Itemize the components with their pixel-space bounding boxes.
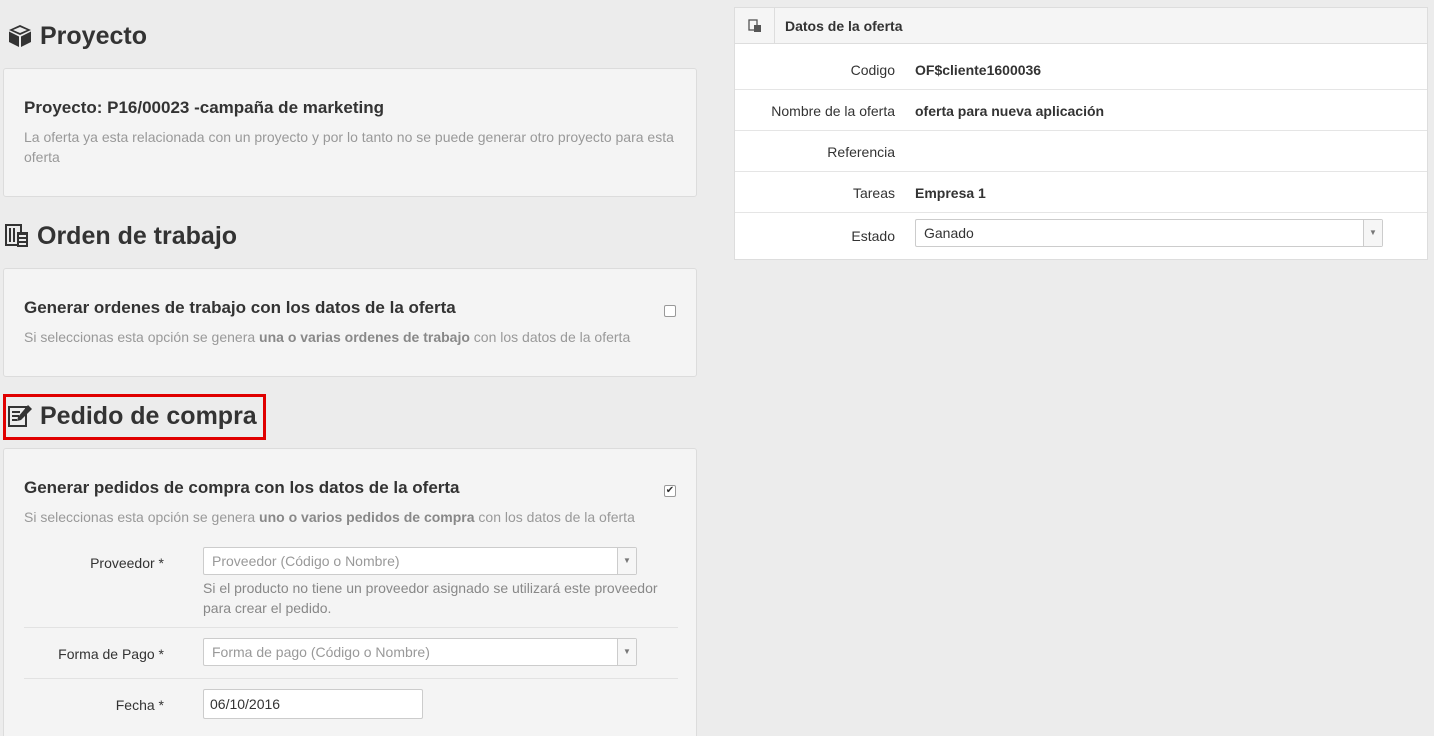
pedido-card: Generar pedidos de compra con los datos … — [3, 448, 697, 736]
pago-placeholder: Forma de pago (Código o Nombre) — [212, 644, 430, 660]
oferta-row-label: Tareas — [852, 185, 895, 201]
orden-card: Generar ordenes de trabajo con los datos… — [3, 268, 697, 377]
pedido-desc-prefix: Si seleccionas esta opción se genera — [24, 509, 260, 525]
oferta-row: Nombre de la oferta oferta para nueva ap… — [735, 90, 1427, 131]
pedido-heading: Pedido de compra — [6, 395, 257, 437]
orden-desc-prefix: Si seleccionas esta opción se genera — [24, 329, 260, 345]
pago-select[interactable]: Forma de pago (Código o Nombre) ▼ — [203, 638, 637, 666]
orden-desc-bold: una o varias ordenes de trabajo — [259, 329, 470, 345]
divider — [24, 678, 678, 679]
chevron-down-icon[interactable]: ▼ — [617, 548, 636, 574]
estado-select[interactable]: Ganado ▼ — [915, 219, 1383, 247]
pedido-card-desc: Si seleccionas esta opción se genera uno… — [24, 507, 664, 527]
proveedor-select[interactable]: Proveedor (Código o Nombre) ▼ — [203, 547, 637, 575]
proyecto-card-title: Proyecto: P16/00023 -campaña de marketin… — [24, 98, 384, 117]
chevron-down-icon[interactable]: ▼ — [617, 639, 636, 665]
pedido-heading-text: Pedido de compra — [40, 401, 257, 430]
oferta-panel-header: Datos de la oferta — [735, 8, 1427, 44]
oferta-row-label: Nombre de la oferta — [771, 103, 895, 119]
proveedor-placeholder: Proveedor (Código o Nombre) — [212, 553, 400, 569]
oferta-panel: Datos de la oferta Codigo OF$cliente1600… — [734, 7, 1428, 260]
proyecto-heading: Proyecto — [6, 15, 147, 57]
copy-document-icon — [735, 8, 775, 43]
orden-desc-suffix: con los datos de la oferta — [469, 329, 631, 345]
proyecto-card: Proyecto: P16/00023 -campaña de marketin… — [3, 68, 697, 197]
fecha-input[interactable]: 06/10/2016 — [203, 689, 423, 719]
oferta-row: Tareas Empresa 1 — [735, 172, 1427, 213]
orden-card-desc: Si seleccionas esta opción se genera una… — [24, 327, 664, 347]
oferta-row-estado: Estado Ganado ▼ — [735, 215, 1427, 256]
pedido-desc-suffix: con los datos de la oferta — [474, 509, 635, 525]
proveedor-label: Proveedor * — [90, 555, 164, 571]
oferta-row-value: OF$cliente1600036 — [915, 62, 1042, 78]
pedido-checkbox[interactable]: ✔ — [664, 485, 676, 497]
orden-heading: Orden de trabajo — [3, 215, 237, 257]
estado-label: Estado — [851, 228, 895, 244]
chevron-down-icon[interactable]: ▼ — [1363, 220, 1382, 246]
clipboard-list-icon — [3, 222, 31, 250]
oferta-row: Referencia — [735, 131, 1427, 172]
oferta-row-value: Empresa 1 — [915, 185, 986, 201]
orden-heading-text: Orden de trabajo — [37, 221, 238, 250]
oferta-row: Codigo OF$cliente1600036 — [735, 49, 1427, 90]
fecha-label: Fecha * — [115, 697, 164, 713]
oferta-row-label: Referencia — [827, 144, 895, 160]
cube-icon — [6, 22, 34, 50]
oferta-row-value: oferta para nueva aplicación — [915, 103, 1105, 119]
divider — [24, 627, 678, 628]
proyecto-heading-text: Proyecto — [40, 21, 147, 50]
pedido-card-title: Generar pedidos de compra con los datos … — [24, 478, 460, 497]
proveedor-help: Si el producto no tiene un proveedor asi… — [203, 580, 658, 616]
pedido-desc-bold: uno o varios pedidos de compra — [259, 509, 475, 525]
edit-document-icon — [6, 402, 34, 430]
estado-value: Ganado — [924, 225, 974, 241]
oferta-panel-title: Datos de la oferta — [785, 18, 903, 34]
orden-checkbox[interactable] — [664, 305, 676, 317]
proyecto-card-desc: La oferta ya esta relacionada con un pro… — [24, 129, 674, 165]
orden-card-title: Generar ordenes de trabajo con los datos… — [24, 298, 456, 317]
pago-label: Forma de Pago * — [58, 646, 164, 662]
oferta-row-label: Codigo — [850, 62, 895, 78]
